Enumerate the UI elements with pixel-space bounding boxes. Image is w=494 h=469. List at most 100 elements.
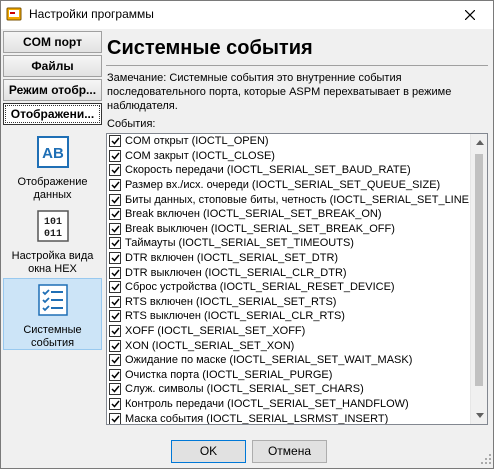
event-label: Сброс устройства (IOCTL_SERIAL_RESET_DEV… <box>125 281 395 294</box>
sidebar-item-hex-view[interactable]: 101 011 Настройка вида окна HEX <box>3 207 102 275</box>
checkbox[interactable] <box>109 325 121 338</box>
event-label: Break выключен (IOCTL_SERIAL_SET_BREAK_O… <box>125 222 395 235</box>
event-label: DTR включен (IOCTL_SERIAL_SET_DTR) <box>125 252 339 265</box>
list-item[interactable]: Служ. символы (IOCTL_SERIAL_SET_CHARS) <box>107 382 469 397</box>
dialog-footer: OK Отмена <box>1 431 493 469</box>
sidebar-item-label: Настройка вида окна HEX <box>11 250 94 275</box>
vertical-scrollbar[interactable] <box>470 134 487 424</box>
list-item[interactable]: Очистка порта (IOCTL_SERIAL_PURGE) <box>107 368 469 383</box>
tab-files[interactable]: Файлы <box>3 55 102 77</box>
event-label: Маска события (IOCTL_SERIAL_LSRMST_INSER… <box>125 412 389 424</box>
checkmark-icon <box>110 298 120 306</box>
list-item[interactable]: XON (IOCTL_SERIAL_SET_XON) <box>107 338 469 353</box>
checkmark-icon <box>110 137 120 145</box>
list-item[interactable]: Ожидание по маске (IOCTL_SERIAL_SET_WAIT… <box>107 353 469 368</box>
tab-display[interactable]: Отображени... <box>3 103 102 125</box>
list-item[interactable]: Маска события (IOCTL_SERIAL_LSRMST_INSER… <box>107 411 469 424</box>
event-label: DTR выключен (IOCTL_SERIAL_CLR_DTR) <box>125 266 347 279</box>
checkbox[interactable] <box>109 164 121 177</box>
checkbox[interactable] <box>109 135 121 148</box>
sidebar-item-data-display[interactable]: AB Отображение данных <box>3 132 102 201</box>
close-button[interactable] <box>447 1 493 29</box>
checkbox[interactable] <box>109 193 121 206</box>
checkbox[interactable] <box>109 354 121 367</box>
scroll-up-arrow-icon[interactable] <box>471 134 487 151</box>
note-text: Замечание: Системные события это внутрен… <box>107 72 452 112</box>
tab-com-port[interactable]: COM порт <box>3 31 102 53</box>
scroll-down-arrow-icon[interactable] <box>471 407 487 424</box>
checkmark-icon <box>110 239 120 248</box>
event-label: Ожидание по маске (IOCTL_SERIAL_SET_WAIT… <box>125 354 413 367</box>
events-label: События: <box>107 118 156 130</box>
list-item[interactable]: XOFF (IOCTL_SERIAL_SET_XOFF) <box>107 324 469 339</box>
event-label: Скорость передачи (IOCTL_SERIAL_SET_BAUD… <box>125 164 411 177</box>
checkmark-icon <box>110 225 120 233</box>
event-label: Служ. символы (IOCTL_SERIAL_SET_CHARS) <box>125 383 364 396</box>
event-label: Break включен (IOCTL_SERIAL_SET_BREAK_ON… <box>125 208 382 221</box>
event-label: Очистка порта (IOCTL_SERIAL_PURGE) <box>125 368 333 381</box>
list-item[interactable]: Break выключен (IOCTL_SERIAL_SET_BREAK_O… <box>107 222 469 237</box>
checkbox[interactable] <box>109 295 121 308</box>
checkbox[interactable] <box>109 237 121 250</box>
list-item[interactable]: Размер вх./исх. очереди (IOCTL_SERIAL_SE… <box>107 178 469 193</box>
event-label: Контроль передачи (IOCTL_SERIAL_SET_HAND… <box>125 397 409 410</box>
tab-display-mode[interactable]: Режим отобр... <box>3 79 102 101</box>
list-item[interactable]: Break включен (IOCTL_SERIAL_SET_BREAK_ON… <box>107 207 469 222</box>
checkmark-icon <box>110 342 120 350</box>
checkmark-icon <box>110 312 120 321</box>
event-label: Биты данных, стоповые биты, четность (IO… <box>125 193 469 206</box>
app-icon <box>6 6 22 22</box>
cancel-button[interactable]: Отмена <box>252 440 327 463</box>
event-label: RTS выключен (IOCTL_SERIAL_CLR_RTS) <box>125 310 345 323</box>
event-label: Таймауты (IOCTL_SERIAL_SET_TIMEOUTS) <box>125 237 354 250</box>
ok-button[interactable]: OK <box>171 440 246 463</box>
main-panel: Системные события Замечание: Системные с… <box>104 29 492 429</box>
checkbox[interactable] <box>109 412 121 424</box>
list-item[interactable]: Таймауты (IOCTL_SERIAL_SET_TIMEOUTS) <box>107 236 469 251</box>
page-title: Системные события <box>107 37 313 59</box>
title-bar: Настройки программы <box>1 1 493 29</box>
checkmark-icon <box>110 167 120 175</box>
close-icon <box>465 10 475 20</box>
checkbox[interactable] <box>109 149 121 162</box>
checkbox[interactable] <box>109 339 121 352</box>
list-item[interactable]: DTR выключен (IOCTL_SERIAL_CLR_DTR) <box>107 265 469 280</box>
list-item[interactable]: COM открыт (IOCTL_OPEN) <box>107 134 469 149</box>
list-item[interactable]: Контроль передачи (IOCTL_SERIAL_SET_HAND… <box>107 397 469 412</box>
list-item[interactable]: Биты данных, стоповые биты, четность (IO… <box>107 192 469 207</box>
list-item[interactable]: COM закрыт (IOCTL_CLOSE) <box>107 149 469 164</box>
checkbox[interactable] <box>109 368 121 381</box>
checkmark-icon <box>110 356 120 364</box>
ab-icon: AB <box>3 136 102 172</box>
resize-grip-icon[interactable] <box>481 453 491 467</box>
checkbox[interactable] <box>109 208 121 221</box>
checkmark-icon <box>110 385 120 394</box>
checkmark-icon <box>110 181 120 189</box>
checkbox[interactable] <box>109 266 121 279</box>
checkmark-icon <box>110 196 120 204</box>
list-item[interactable]: DTR включен (IOCTL_SERIAL_SET_DTR) <box>107 251 469 266</box>
checkbox[interactable] <box>109 222 121 235</box>
sidebar-item-label: Отображение данных <box>17 176 88 201</box>
checkbox[interactable] <box>109 397 121 410</box>
sidebar-item-label: Системные события <box>23 324 82 349</box>
checkbox[interactable] <box>109 252 121 265</box>
checkbox[interactable] <box>109 310 121 323</box>
checkmark-icon <box>110 400 120 408</box>
checkbox[interactable] <box>109 281 121 294</box>
sidebar-item-system-events[interactable]: Системные события <box>3 278 102 350</box>
scrollbar-thumb[interactable] <box>475 154 483 386</box>
checkbox[interactable] <box>109 179 121 192</box>
list-item[interactable]: RTS выключен (IOCTL_SERIAL_CLR_RTS) <box>107 309 469 324</box>
checkmark-icon <box>110 327 120 335</box>
event-label: XON (IOCTL_SERIAL_SET_XON) <box>125 339 295 352</box>
checkbox[interactable] <box>109 383 121 396</box>
checklist-icon <box>4 284 101 320</box>
events-list[interactable]: COM открыт (IOCTL_OPEN) COM закрыт (IOCTL… <box>106 133 488 425</box>
list-item[interactable]: Скорость передачи (IOCTL_SERIAL_SET_BAUD… <box>107 163 469 178</box>
window-title: Настройки программы <box>29 7 154 21</box>
svg-text:AB: AB <box>42 145 64 162</box>
list-item[interactable]: Сброс устройства (IOCTL_SERIAL_RESET_DEV… <box>107 280 469 295</box>
event-label: COM открыт (IOCTL_OPEN) <box>125 135 269 148</box>
list-item[interactable]: RTS включен (IOCTL_SERIAL_SET_RTS) <box>107 295 469 310</box>
